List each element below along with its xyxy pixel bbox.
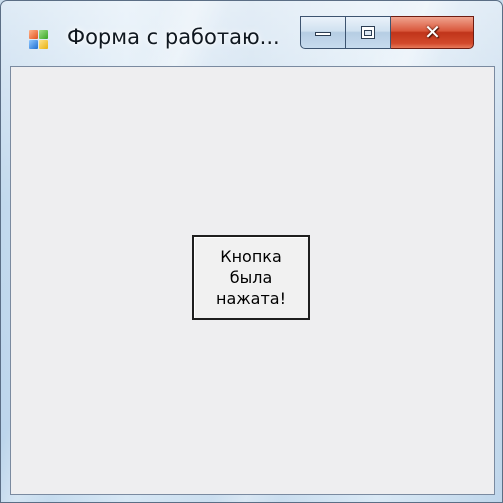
window-title: Форма с работаю...	[67, 25, 280, 49]
minimize-button[interactable]	[300, 16, 346, 49]
form-client-area: Кнопка была нажата!	[10, 66, 495, 495]
maximize-icon	[361, 26, 375, 39]
clicked-button[interactable]: Кнопка была нажата!	[192, 235, 310, 320]
close-icon: ✕	[424, 20, 441, 44]
application-window: Форма с работаю... ✕ Кнопка была нажата!	[0, 0, 503, 503]
maximize-button[interactable]	[346, 16, 391, 49]
minimize-icon	[315, 32, 331, 36]
button-label: Кнопка была нажата!	[215, 247, 287, 308]
close-button[interactable]: ✕	[391, 16, 474, 49]
app-icon[interactable]	[29, 30, 49, 50]
caption-buttons: ✕	[300, 16, 474, 49]
title-bar[interactable]: Форма с работаю... ✕	[1, 1, 502, 63]
